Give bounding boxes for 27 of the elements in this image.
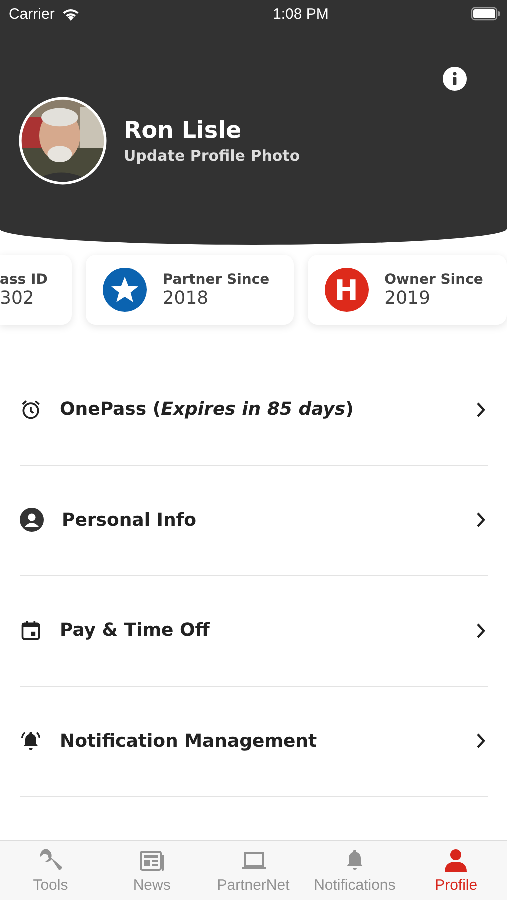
menu-row[interactable]: Notification Management — [20, 686, 488, 797]
card-label: Owner Since — [384, 272, 484, 288]
alarm-clock-icon — [20, 398, 42, 421]
wifi-icon — [60, 6, 81, 22]
card-value: 302 — [0, 288, 36, 308]
card-value: 2018 — [162, 288, 210, 308]
clock-time: 1:08 PM — [272, 6, 329, 22]
battery-icon — [471, 7, 501, 21]
user-name: Ron Lisle — [124, 118, 243, 144]
card-label: Partner Since — [162, 272, 270, 288]
menu-row[interactable]: OnePass (Expires in 85 days) — [20, 355, 488, 466]
info-icon[interactable] — [443, 67, 467, 91]
chevron-icon — [476, 733, 486, 750]
menu-row[interactable]: Pay & Time Off — [20, 576, 488, 686]
tab[interactable]: Profile — [406, 841, 507, 900]
carrier-label: Carrier — [9, 6, 55, 22]
chevron-icon — [476, 402, 486, 418]
card-value: 2019 — [384, 288, 432, 308]
card-label: ass ID — [0, 272, 48, 288]
update-photo-link[interactable]: Update Profile Photo — [124, 146, 300, 164]
bell-icon — [20, 730, 42, 752]
calendar-icon — [20, 620, 42, 642]
chevron-icon — [476, 622, 486, 639]
chevron-icon — [476, 512, 486, 528]
menu-row[interactable]: Personal Info — [20, 466, 488, 576]
person-icon — [20, 508, 44, 532]
logo-badge: H — [324, 268, 369, 312]
